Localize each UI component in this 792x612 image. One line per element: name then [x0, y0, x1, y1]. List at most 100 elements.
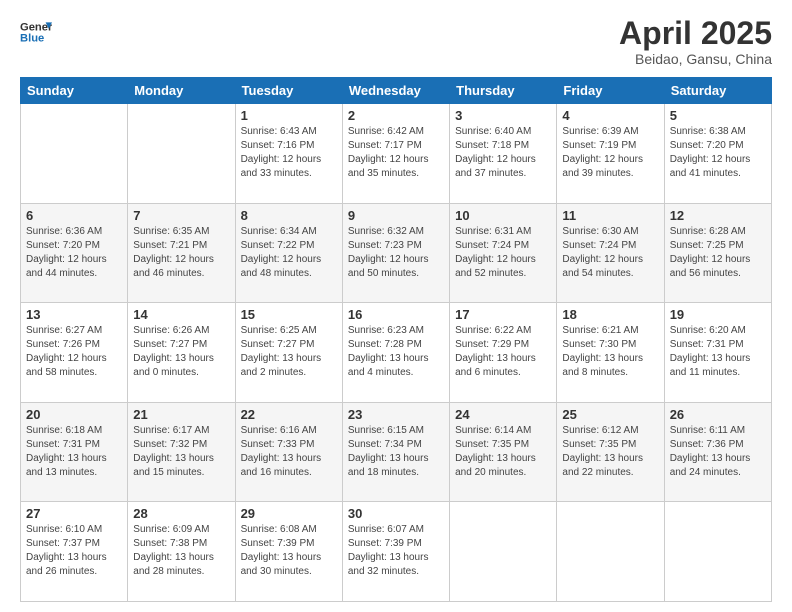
day-info: Sunrise: 6:08 AM Sunset: 7:39 PM Dayligh… [241, 523, 337, 579]
calendar-cell [450, 502, 557, 602]
calendar-week-row: 1 Sunrise: 6:43 AM Sunset: 7:16 PM Daylig… [21, 104, 772, 204]
day-number: 16 [348, 307, 444, 322]
main-title: April 2025 [619, 16, 772, 51]
calendar-cell: 24 Sunrise: 6:14 AM Sunset: 7:35 PM Dayli… [450, 402, 557, 502]
calendar-cell: 12 Sunrise: 6:28 AM Sunset: 7:25 PM Dayli… [664, 203, 771, 303]
col-tuesday: Tuesday [235, 78, 342, 104]
calendar-cell: 20 Sunrise: 6:18 AM Sunset: 7:31 PM Dayli… [21, 402, 128, 502]
day-info: Sunrise: 6:23 AM Sunset: 7:28 PM Dayligh… [348, 324, 444, 380]
day-info: Sunrise: 6:43 AM Sunset: 7:16 PM Dayligh… [241, 125, 337, 181]
day-info: Sunrise: 6:16 AM Sunset: 7:33 PM Dayligh… [241, 424, 337, 480]
day-info: Sunrise: 6:10 AM Sunset: 7:37 PM Dayligh… [26, 523, 122, 579]
day-number: 11 [562, 208, 658, 223]
day-info: Sunrise: 6:22 AM Sunset: 7:29 PM Dayligh… [455, 324, 551, 380]
calendar-cell: 15 Sunrise: 6:25 AM Sunset: 7:27 PM Dayli… [235, 303, 342, 403]
day-info: Sunrise: 6:36 AM Sunset: 7:20 PM Dayligh… [26, 225, 122, 281]
calendar-week-row: 13 Sunrise: 6:27 AM Sunset: 7:26 PM Dayli… [21, 303, 772, 403]
calendar-cell: 18 Sunrise: 6:21 AM Sunset: 7:30 PM Dayli… [557, 303, 664, 403]
day-number: 14 [133, 307, 229, 322]
calendar-cell: 4Sunrise: 6:39 AM Sunset: 7:19 PM Daylig… [557, 104, 664, 204]
day-number: 7 [133, 208, 229, 223]
calendar-cell: 11 Sunrise: 6:30 AM Sunset: 7:24 PM Dayli… [557, 203, 664, 303]
day-info: Sunrise: 6:21 AM Sunset: 7:30 PM Dayligh… [562, 324, 658, 380]
day-info: Sunrise: 6:27 AM Sunset: 7:26 PM Dayligh… [26, 324, 122, 380]
calendar-cell: 16 Sunrise: 6:23 AM Sunset: 7:28 PM Dayli… [342, 303, 449, 403]
day-number: 2 [348, 108, 444, 123]
day-info: Sunrise: 6:38 AM Sunset: 7:20 PM Dayligh… [670, 125, 766, 181]
calendar-cell: 23Sunrise: 6:15 AM Sunset: 7:34 PM Dayli… [342, 402, 449, 502]
day-number: 4 [562, 108, 658, 123]
logo: General Blue [20, 16, 52, 48]
day-number: 22 [241, 407, 337, 422]
day-info: Sunrise: 6:34 AM Sunset: 7:22 PM Dayligh… [241, 225, 337, 281]
calendar-cell: 27 Sunrise: 6:10 AM Sunset: 7:37 PM Dayli… [21, 502, 128, 602]
day-info: Sunrise: 6:30 AM Sunset: 7:24 PM Dayligh… [562, 225, 658, 281]
subtitle: Beidao, Gansu, China [619, 51, 772, 67]
calendar-cell: 3Sunrise: 6:40 AM Sunset: 7:18 PM Daylig… [450, 104, 557, 204]
calendar-cell: 2 Sunrise: 6:42 AM Sunset: 7:17 PM Daylig… [342, 104, 449, 204]
calendar-cell: 7 Sunrise: 6:35 AM Sunset: 7:21 PM Daylig… [128, 203, 235, 303]
day-number: 12 [670, 208, 766, 223]
day-info: Sunrise: 6:11 AM Sunset: 7:36 PM Dayligh… [670, 424, 766, 480]
day-number: 26 [670, 407, 766, 422]
day-info: Sunrise: 6:35 AM Sunset: 7:21 PM Dayligh… [133, 225, 229, 281]
day-number: 9 [348, 208, 444, 223]
calendar-cell [21, 104, 128, 204]
calendar-cell: 21 Sunrise: 6:17 AM Sunset: 7:32 PM Dayli… [128, 402, 235, 502]
calendar-cell: 9 Sunrise: 6:32 AM Sunset: 7:23 PM Daylig… [342, 203, 449, 303]
day-number: 8 [241, 208, 337, 223]
calendar-cell: 8 Sunrise: 6:34 AM Sunset: 7:22 PM Daylig… [235, 203, 342, 303]
calendar-table: Sunday Monday Tuesday Wednesday Thursday… [20, 77, 772, 602]
calendar-cell: 30 Sunrise: 6:07 AM Sunset: 7:39 PM Dayli… [342, 502, 449, 602]
day-info: Sunrise: 6:42 AM Sunset: 7:17 PM Dayligh… [348, 125, 444, 181]
header: General Blue April 2025 Beidao, Gansu, C… [20, 16, 772, 67]
calendar-cell [664, 502, 771, 602]
calendar-cell [128, 104, 235, 204]
day-number: 24 [455, 407, 551, 422]
day-info: Sunrise: 6:20 AM Sunset: 7:31 PM Dayligh… [670, 324, 766, 380]
day-number: 20 [26, 407, 122, 422]
day-info: Sunrise: 6:07 AM Sunset: 7:39 PM Dayligh… [348, 523, 444, 579]
day-number: 27 [26, 506, 122, 521]
day-number: 5 [670, 108, 766, 123]
col-monday: Monday [128, 78, 235, 104]
day-number: 3 [455, 108, 551, 123]
day-info: Sunrise: 6:25 AM Sunset: 7:27 PM Dayligh… [241, 324, 337, 380]
day-info: Sunrise: 6:14 AM Sunset: 7:35 PM Dayligh… [455, 424, 551, 480]
calendar-cell: 1 Sunrise: 6:43 AM Sunset: 7:16 PM Daylig… [235, 104, 342, 204]
col-sunday: Sunday [21, 78, 128, 104]
calendar-cell: 14 Sunrise: 6:26 AM Sunset: 7:27 PM Dayli… [128, 303, 235, 403]
calendar-cell: 28Sunrise: 6:09 AM Sunset: 7:38 PM Dayli… [128, 502, 235, 602]
col-saturday: Saturday [664, 78, 771, 104]
day-info: Sunrise: 6:26 AM Sunset: 7:27 PM Dayligh… [133, 324, 229, 380]
day-number: 6 [26, 208, 122, 223]
day-number: 13 [26, 307, 122, 322]
col-thursday: Thursday [450, 78, 557, 104]
day-info: Sunrise: 6:32 AM Sunset: 7:23 PM Dayligh… [348, 225, 444, 281]
calendar-cell: 5 Sunrise: 6:38 AM Sunset: 7:20 PM Daylig… [664, 104, 771, 204]
calendar-cell: 26 Sunrise: 6:11 AM Sunset: 7:36 PM Dayli… [664, 402, 771, 502]
logo-icon: General Blue [20, 16, 52, 48]
calendar-cell [557, 502, 664, 602]
day-number: 15 [241, 307, 337, 322]
calendar-week-row: 6 Sunrise: 6:36 AM Sunset: 7:20 PM Daylig… [21, 203, 772, 303]
day-info: Sunrise: 6:18 AM Sunset: 7:31 PM Dayligh… [26, 424, 122, 480]
calendar-week-row: 27 Sunrise: 6:10 AM Sunset: 7:37 PM Dayli… [21, 502, 772, 602]
day-number: 30 [348, 506, 444, 521]
day-number: 23 [348, 407, 444, 422]
day-number: 29 [241, 506, 337, 521]
calendar-cell: 17Sunrise: 6:22 AM Sunset: 7:29 PM Dayli… [450, 303, 557, 403]
calendar-cell: 6 Sunrise: 6:36 AM Sunset: 7:20 PM Daylig… [21, 203, 128, 303]
day-info: Sunrise: 6:17 AM Sunset: 7:32 PM Dayligh… [133, 424, 229, 480]
calendar-cell: 22 Sunrise: 6:16 AM Sunset: 7:33 PM Dayli… [235, 402, 342, 502]
calendar-cell: 19 Sunrise: 6:20 AM Sunset: 7:31 PM Dayli… [664, 303, 771, 403]
day-info: Sunrise: 6:28 AM Sunset: 7:25 PM Dayligh… [670, 225, 766, 281]
calendar-header-row: Sunday Monday Tuesday Wednesday Thursday… [21, 78, 772, 104]
day-number: 28 [133, 506, 229, 521]
day-number: 19 [670, 307, 766, 322]
day-number: 1 [241, 108, 337, 123]
day-number: 21 [133, 407, 229, 422]
col-wednesday: Wednesday [342, 78, 449, 104]
calendar-cell: 25Sunrise: 6:12 AM Sunset: 7:35 PM Dayli… [557, 402, 664, 502]
day-number: 18 [562, 307, 658, 322]
